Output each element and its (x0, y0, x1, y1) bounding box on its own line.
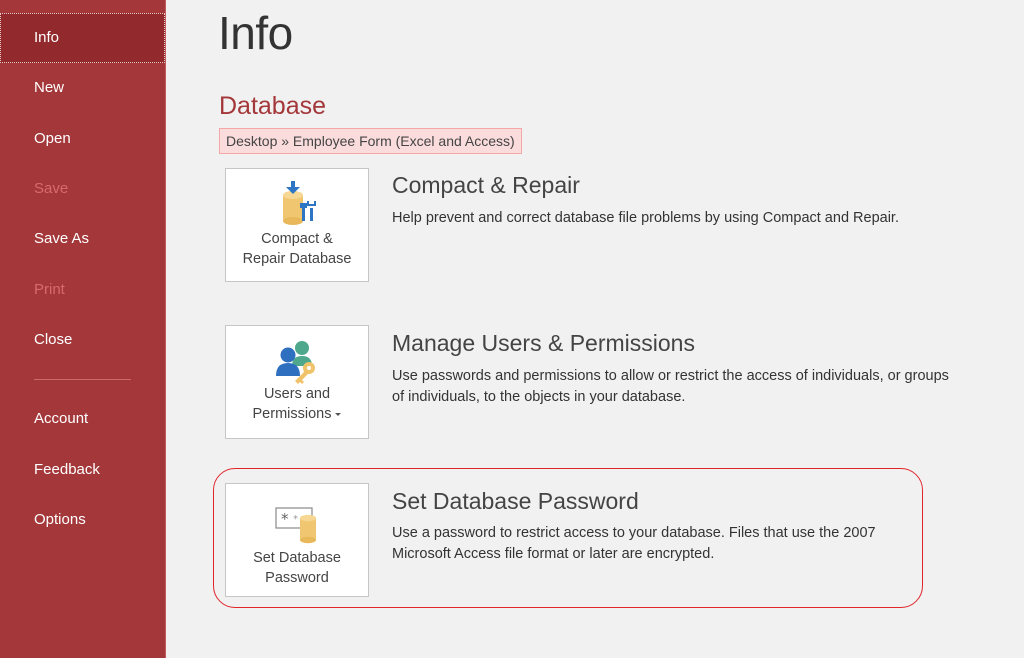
users-permissions-label-text: Permissions (252, 406, 332, 422)
set-password-label-line1: Set Database (253, 550, 341, 566)
users-permissions-description: Use passwords and permissions to allow o… (392, 368, 949, 405)
compact-repair-label-line1: Compact & (261, 231, 333, 247)
compact-repair-heading: Compact & Repair (392, 172, 580, 198)
svg-text:*: * (281, 510, 289, 528)
users-permissions-button[interactable]: Users and Permissions (225, 325, 369, 439)
nav-item-info[interactable]: Info (0, 13, 165, 63)
users-permissions-label-line1: Users and (263, 386, 331, 402)
database-password-icon: * * (275, 507, 316, 544)
backstage-sidebar: Info New Open Save Save As Print Close A… (0, 0, 165, 658)
set-database-password-button[interactable]: * * Set Database Password (225, 483, 369, 597)
page-title: Info (218, 7, 293, 59)
nav-separator (34, 379, 131, 380)
compact-repair-icon (283, 181, 316, 225)
set-password-heading: Set Database Password (392, 488, 639, 514)
users-permissions-heading: Manage Users & Permissions (392, 330, 695, 356)
nav-item-account[interactable]: Account (0, 394, 165, 444)
set-password-label-line2: Password (265, 570, 329, 586)
sidebar-divider (165, 0, 166, 658)
section-title: Database (219, 92, 327, 120)
set-password-description: Use a password to restrict access to you… (392, 525, 876, 562)
compact-repair-description: Help prevent and correct database file p… (392, 210, 899, 226)
nav-item-print: Print (34, 281, 65, 298)
users-permissions-icon (276, 341, 315, 384)
nav-item-options[interactable]: Options (0, 495, 165, 545)
nav-item-save: Save (34, 180, 69, 197)
file-path-breadcrumb: Desktop » Employee Form (Excel and Acces… (219, 128, 522, 154)
compact-repair-button[interactable]: Compact & Repair Database (225, 168, 369, 282)
nav-item-open[interactable]: Open (0, 114, 165, 164)
compact-repair-label-line2: Repair Database (242, 251, 352, 267)
nav-item-feedback[interactable]: Feedback (0, 445, 165, 495)
nav-item-save-as[interactable]: Save As (0, 214, 165, 264)
svg-text:*: * (293, 514, 298, 525)
nav-item-new[interactable]: New (0, 63, 165, 113)
nav-item-close[interactable]: Close (0, 315, 165, 365)
chevron-down-icon (335, 412, 342, 416)
users-permissions-label-line2: Permissions (226, 404, 368, 424)
